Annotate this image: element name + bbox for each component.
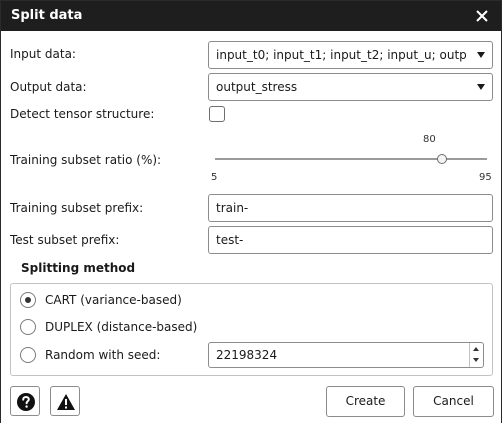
title-bar: Split data xyxy=(1,1,501,31)
output-data-select[interactable]: output_stress xyxy=(208,73,493,101)
test-prefix-input[interactable] xyxy=(208,226,493,254)
output-data-value: output_stress xyxy=(216,80,298,94)
slider-min-label: 5 xyxy=(211,172,218,183)
spin-buttons xyxy=(469,343,483,367)
radio-random-seed[interactable] xyxy=(20,347,36,363)
create-button-label: Create xyxy=(345,394,386,408)
help-button[interactable] xyxy=(10,386,40,416)
training-ratio-label: Training subset ratio (%): xyxy=(10,153,162,167)
cancel-button-label: Cancel xyxy=(433,394,474,408)
slider-max-label: 95 xyxy=(479,172,492,183)
spin-down-icon[interactable] xyxy=(473,358,479,362)
splitting-method-title: Splitting method xyxy=(21,261,136,275)
spin-up-icon[interactable] xyxy=(473,347,479,351)
close-icon[interactable] xyxy=(471,5,493,27)
radio-cart-label: CART (variance-based) xyxy=(45,293,182,307)
radio-cart[interactable] xyxy=(20,292,36,308)
dropdown-arrow-icon xyxy=(477,52,485,58)
warning-button[interactable] xyxy=(50,386,80,416)
dialog-title: Split data xyxy=(11,8,83,23)
radio-duplex-label: DUPLEX (distance-based) xyxy=(45,320,198,334)
input-data-value: input_t0; input_t1; input_t2; input_u; o… xyxy=(216,48,466,62)
slider-value-label: 80 xyxy=(423,134,436,145)
create-button[interactable]: Create xyxy=(326,386,405,417)
radio-selected-dot xyxy=(25,297,31,303)
dialog-content: Input data: input_t0; input_t1; input_t2… xyxy=(1,31,501,423)
output-data-label: Output data: xyxy=(10,80,87,94)
input-data-label: Input data: xyxy=(10,47,76,61)
test-prefix-label: Test subset prefix: xyxy=(10,233,120,247)
training-prefix-label: Training subset prefix: xyxy=(10,201,144,215)
detect-tensor-checkbox[interactable] xyxy=(209,106,225,122)
radio-random-seed-label: Random with seed: xyxy=(45,348,161,362)
warning-icon xyxy=(57,394,75,410)
radio-duplex[interactable] xyxy=(20,319,36,335)
detect-tensor-label: Detect tensor structure: xyxy=(10,107,155,121)
cancel-button[interactable]: Cancel xyxy=(413,386,494,417)
training-prefix-input[interactable] xyxy=(208,194,493,222)
seed-spinbox[interactable]: 22198324 xyxy=(208,342,484,368)
split-data-dialog: Split data Input data: input_t0; input_t… xyxy=(0,0,502,423)
input-data-select[interactable]: input_t0; input_t1; input_t2; input_u; o… xyxy=(208,41,493,69)
help-icon xyxy=(17,393,35,411)
seed-value: 22198324 xyxy=(216,348,278,362)
dropdown-arrow-icon xyxy=(477,84,485,90)
slider-handle[interactable] xyxy=(436,154,447,164)
